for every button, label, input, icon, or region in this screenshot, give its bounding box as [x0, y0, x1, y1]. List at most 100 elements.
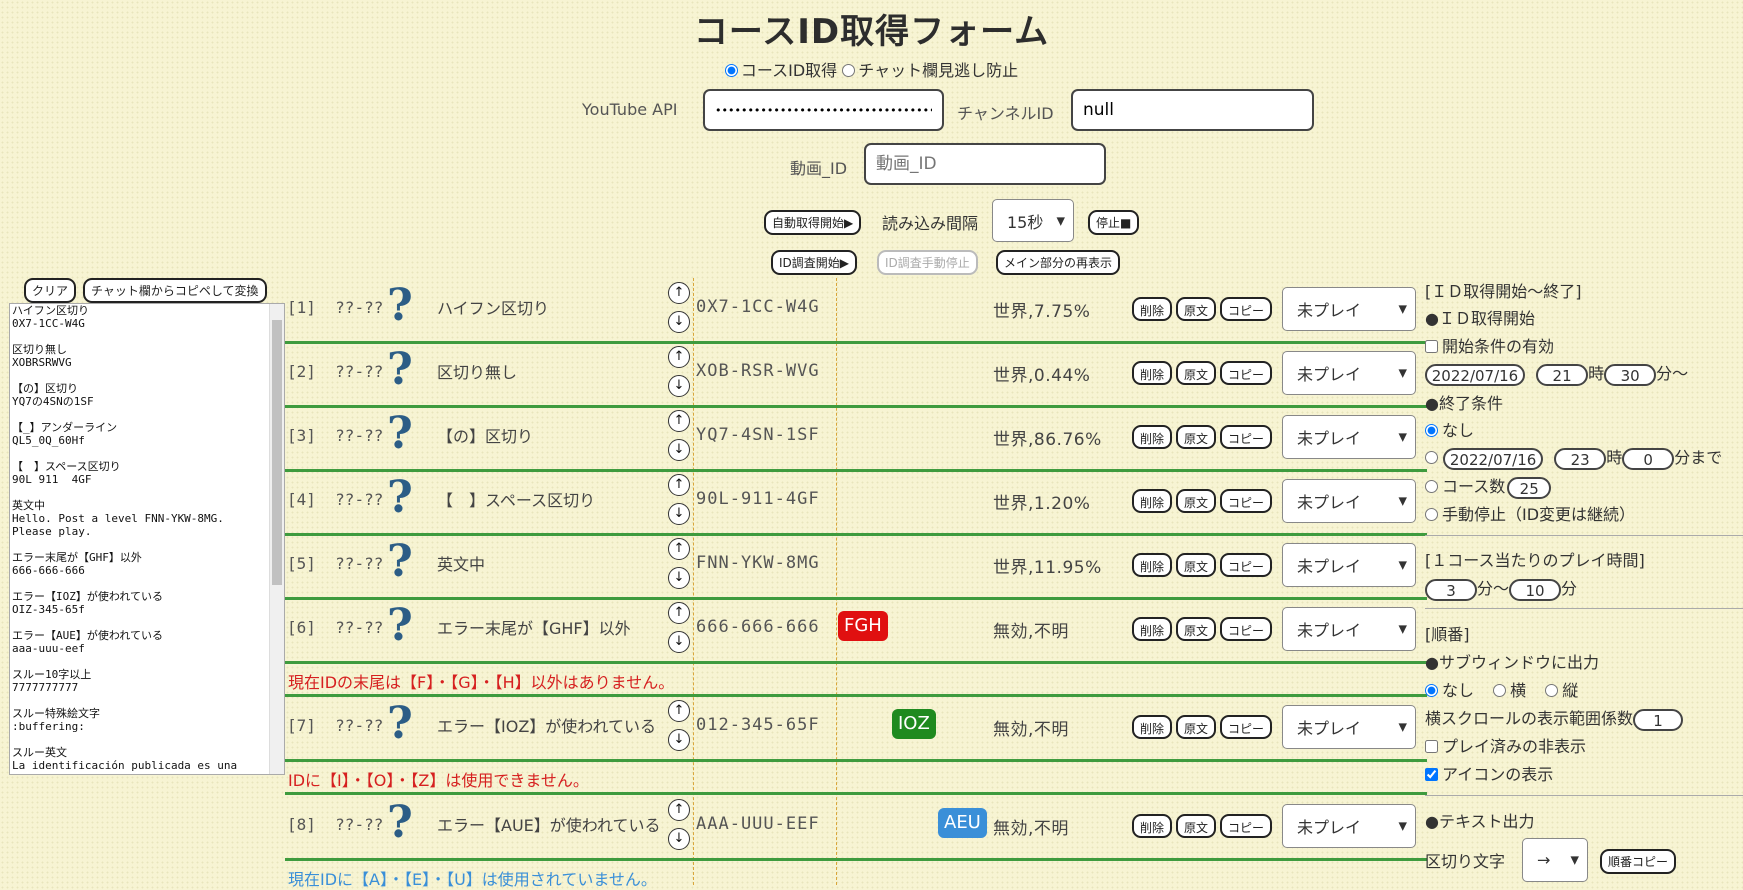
end-none-radio[interactable]	[1425, 424, 1438, 437]
copy-button[interactable]: コピー	[1220, 617, 1273, 641]
question-icon: ?	[387, 536, 413, 587]
chat-textarea[interactable]: ハイフン区切り 0X7-1CC-W4G 区切り無し XOBRSRWVG 【の】区切り YQ…	[9, 303, 285, 775]
play-status-select[interactable]: 未プレイ ▼	[1282, 287, 1416, 331]
interval-select[interactable]: 15秒 ▼	[992, 199, 1074, 242]
play-status-select[interactable]: 未プレイ ▼	[1282, 705, 1416, 749]
move-up-button[interactable]: ↑	[668, 700, 690, 722]
adjust-start-button[interactable]: ID調査開始▶	[771, 250, 858, 275]
move-down-button[interactable]: ↓	[668, 828, 690, 850]
mode-course-id[interactable]: コースID取得	[724, 61, 837, 80]
course-count-option: コース数 25	[1425, 473, 1552, 499]
move-down-button[interactable]: ↓	[668, 375, 690, 397]
move-up-button[interactable]: ↑	[668, 410, 690, 432]
adjust-stop-button[interactable]: ID調査手動停止	[877, 250, 978, 275]
textarea-scrollbar[interactable]	[269, 304, 284, 774]
original-text-button[interactable]: 原文	[1176, 297, 1217, 321]
textarea-line: Hello. Post a level FNN-YKW-8MG.	[12, 512, 224, 525]
chevron-down-icon: ▼	[1398, 430, 1407, 444]
copy-button[interactable]: コピー	[1220, 297, 1273, 321]
end-time-radio[interactable]	[1425, 451, 1438, 464]
mode-chat-watch[interactable]: チャット欄見逃し防止	[842, 61, 1018, 80]
textarea-line: 0X7-1CC-W4G	[12, 317, 85, 330]
move-up-button[interactable]: ↑	[668, 346, 690, 368]
move-down-button[interactable]: ↓	[668, 311, 690, 333]
textarea-line	[10, 408, 284, 421]
delete-button[interactable]: 削除	[1132, 361, 1173, 385]
scroll-coef-input[interactable]: 1	[1633, 708, 1684, 731]
end-time-row: 2022/07/16 23 時 0 分まで	[1425, 444, 1722, 470]
original-text-button[interactable]: 原文	[1176, 489, 1217, 513]
delete-button[interactable]: 削除	[1132, 425, 1173, 449]
end-hour-input[interactable]: 23	[1554, 447, 1607, 470]
delete-button[interactable]: 削除	[1132, 553, 1173, 577]
convert-button[interactable]: チャット欄からコピペして変換	[83, 278, 267, 303]
original-text-button[interactable]: 原文	[1176, 715, 1217, 739]
start-hour-input[interactable]: 21	[1536, 363, 1589, 386]
move-down-button[interactable]: ↓	[668, 567, 690, 589]
move-up-button[interactable]: ↑	[668, 474, 690, 496]
auto-start-button[interactable]: 自動取得開始▶	[764, 210, 862, 235]
original-text-button[interactable]: 原文	[1176, 814, 1217, 838]
delete-button[interactable]: 削除	[1132, 814, 1173, 838]
course-count-input[interactable]: 25	[1507, 476, 1552, 499]
textarea-line: エラー【AUE】が使われている	[12, 629, 163, 642]
mode-chat-watch-radio[interactable]	[842, 64, 856, 77]
course-name: ハイフン区切り	[437, 299, 550, 318]
end-date-input[interactable]: 2022/07/16	[1443, 447, 1544, 470]
end-minute-input[interactable]: 0	[1622, 447, 1675, 470]
copy-button[interactable]: コピー	[1220, 814, 1273, 838]
copy-button[interactable]: コピー	[1220, 553, 1273, 577]
page-title: コースID取得フォーム	[693, 12, 1050, 52]
move-up-button[interactable]: ↑	[668, 799, 690, 821]
original-text-button[interactable]: 原文	[1176, 553, 1217, 577]
start-condition-checkbox[interactable]	[1425, 340, 1438, 353]
redisplay-button[interactable]: メイン部分の再表示	[996, 250, 1121, 275]
play-status-select[interactable]: 未プレイ ▼	[1282, 351, 1416, 395]
show-icon-checkbox[interactable]	[1425, 768, 1438, 781]
move-down-button[interactable]: ↓	[668, 631, 690, 653]
original-text-button[interactable]: 原文	[1176, 361, 1217, 385]
original-text-button[interactable]: 原文	[1176, 425, 1217, 449]
copy-button[interactable]: コピー	[1220, 425, 1273, 449]
move-up-button[interactable]: ↑	[668, 282, 690, 304]
show-icon-option: アイコンの表示	[1425, 761, 1553, 785]
copy-button[interactable]: コピー	[1220, 715, 1273, 739]
clear-button[interactable]: クリア	[24, 278, 77, 303]
delete-button[interactable]: 削除	[1132, 489, 1173, 513]
play-status-select[interactable]: 未プレイ ▼	[1282, 415, 1416, 459]
manual-stop-radio[interactable]	[1425, 508, 1438, 521]
move-down-button[interactable]: ↓	[668, 503, 690, 525]
scrollbar-thumb[interactable]	[272, 320, 282, 585]
delete-button[interactable]: 削除	[1132, 297, 1173, 321]
play-status-select[interactable]: 未プレイ ▼	[1282, 607, 1416, 651]
sub-horizontal-radio[interactable]	[1493, 684, 1507, 697]
mode-course-id-radio[interactable]	[724, 64, 738, 77]
order-copy-button[interactable]: 順番コピー	[1600, 849, 1677, 874]
delete-button[interactable]: 削除	[1132, 617, 1173, 641]
play-status-select[interactable]: 未プレイ ▼	[1282, 804, 1416, 848]
hide-played-checkbox[interactable]	[1425, 740, 1438, 753]
copy-button[interactable]: コピー	[1220, 489, 1273, 513]
delete-button[interactable]: 削除	[1132, 715, 1173, 739]
move-down-button[interactable]: ↓	[668, 439, 690, 461]
video-id-input[interactable]	[864, 143, 1106, 185]
channel-id-input[interactable]	[1071, 89, 1314, 131]
sub-vertical-radio[interactable]	[1545, 684, 1559, 697]
separator-select[interactable]: → ▼	[1522, 838, 1588, 882]
play-status-select[interactable]: 未プレイ ▼	[1282, 543, 1416, 587]
start-minute-input[interactable]: 30	[1604, 363, 1657, 386]
start-date-input[interactable]: 2022/07/16	[1425, 363, 1525, 386]
sub-none-radio[interactable]	[1425, 684, 1438, 697]
api-key-input[interactable]	[703, 89, 944, 131]
original-text-button[interactable]: 原文	[1176, 617, 1217, 641]
move-up-button[interactable]: ↑	[668, 538, 690, 560]
play-min-input[interactable]: 3	[1425, 578, 1477, 601]
play-max-input[interactable]: 10	[1509, 578, 1562, 601]
copy-button[interactable]: コピー	[1220, 361, 1273, 385]
stop-button[interactable]: 停止■	[1088, 210, 1140, 235]
course-name: 【の】区切り	[437, 427, 534, 446]
move-down-button[interactable]: ↓	[668, 729, 690, 751]
move-up-button[interactable]: ↑	[668, 602, 690, 624]
course-count-radio[interactable]	[1425, 480, 1438, 493]
play-status-select[interactable]: 未プレイ ▼	[1282, 479, 1416, 523]
